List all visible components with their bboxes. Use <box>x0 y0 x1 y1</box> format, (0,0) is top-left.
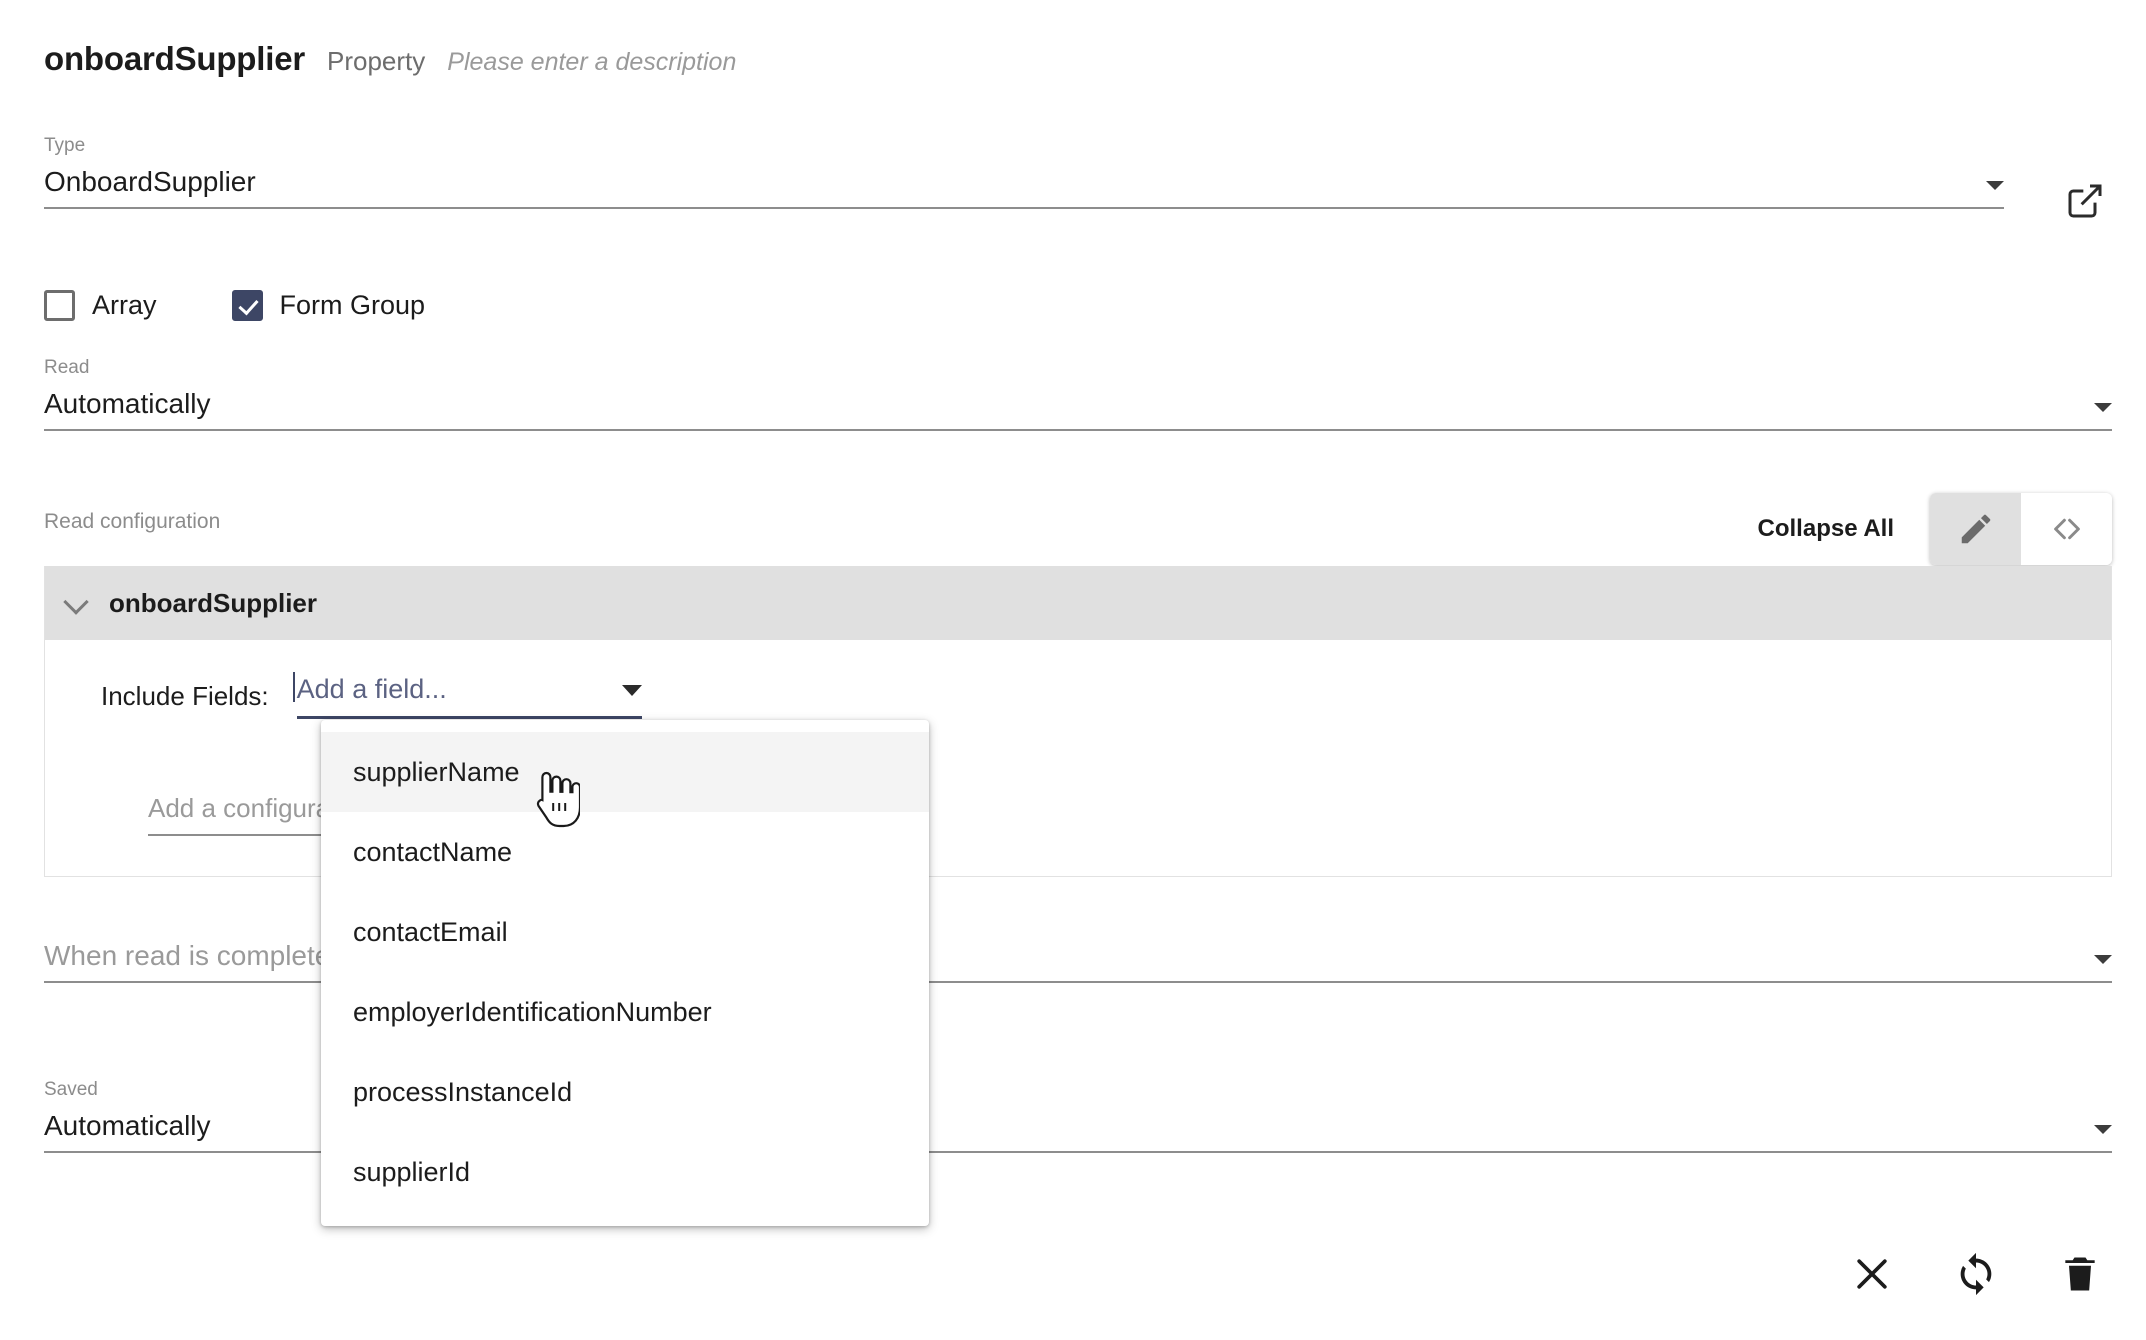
property-editor-page: onboardSupplier Property Please enter a … <box>0 0 2146 1340</box>
dropdown-option[interactable]: contactName <box>321 812 929 892</box>
dropdown-option[interactable]: supplierId <box>321 1132 929 1212</box>
code-mode-button[interactable] <box>2021 493 2112 565</box>
close-icon <box>1857 1259 1887 1289</box>
type-label: Type <box>44 135 86 156</box>
saved-value: Automatically <box>44 1109 211 1141</box>
include-fields-label: Include Fields: <box>101 681 269 711</box>
chevron-down-icon <box>621 685 642 696</box>
dropdown-option[interactable]: contactEmail <box>321 892 929 972</box>
checkbox-box-unchecked-icon <box>44 290 75 321</box>
when-read-complete-value: When read is complete <box>44 940 331 971</box>
close-button[interactable] <box>1844 1246 1900 1302</box>
chevron-down-icon <box>1986 180 2004 190</box>
checkbox-box-checked-icon <box>231 290 263 321</box>
collapse-all-button[interactable]: Collapse All <box>1758 515 1894 543</box>
chevron-down-icon <box>2094 402 2112 412</box>
checkbox-form-group[interactable]: Form Group <box>231 290 426 321</box>
external-link-icon <box>2068 184 2102 218</box>
read-configuration-label: Read configuration <box>44 510 221 533</box>
page-header: onboardSupplier Property Please enter a … <box>44 40 736 78</box>
dropdown-option[interactable]: employerIdentificationNumber <box>321 972 929 1052</box>
chevron-down-icon <box>2094 1124 2112 1134</box>
read-value: Automatically <box>44 387 211 419</box>
view-mode-toggle-group <box>1930 493 2112 565</box>
description-placeholder[interactable]: Please enter a description <box>447 48 736 77</box>
open-type-external-button[interactable] <box>2062 178 2108 224</box>
delete-button[interactable] <box>2052 1246 2108 1302</box>
refresh-button[interactable] <box>1948 1246 2004 1302</box>
checkbox-form-group-label: Form Group <box>279 290 426 320</box>
page-title: onboardSupplier <box>44 40 306 77</box>
read-configuration-toolbar: Read configuration Collapse All <box>44 493 2112 565</box>
dropdown-option[interactable]: processInstanceId <box>321 1052 929 1132</box>
edit-mode-button[interactable] <box>1930 493 2021 565</box>
code-icon <box>2053 518 2080 540</box>
read-select[interactable]: Read Automatically <box>44 357 2112 431</box>
panel-title: onboardSupplier <box>109 587 317 618</box>
type-value: OnboardSupplier <box>44 165 256 197</box>
checkbox-array-label: Array <box>92 290 157 320</box>
read-label: Read <box>44 357 90 378</box>
type-select[interactable]: Type OnboardSupplier <box>44 135 2004 209</box>
add-field-select[interactable]: Add a field... <box>292 672 642 719</box>
pencil-icon <box>1961 514 1990 544</box>
panel-header-onboardsupplier[interactable]: onboardSupplier <box>45 566 2111 640</box>
chevron-down-icon <box>2094 955 2112 964</box>
include-fields-row: Include Fields: Add a field... <box>45 672 2111 719</box>
add-field-dropdown-menu: supplierName contactName contactEmail em… <box>321 720 929 1226</box>
dropdown-option[interactable]: supplierName <box>321 732 929 812</box>
page-subtitle-kind: Property <box>327 46 426 76</box>
sync-icon <box>1960 1252 1992 1296</box>
chevron-down-icon <box>63 590 89 616</box>
flags-row: Array Form Group <box>44 290 425 321</box>
checkbox-array[interactable]: Array <box>44 290 157 321</box>
bottom-action-bar <box>1844 1246 2108 1302</box>
trash-icon <box>2065 1257 2095 1291</box>
add-field-placeholder: Add a field... <box>292 672 447 704</box>
